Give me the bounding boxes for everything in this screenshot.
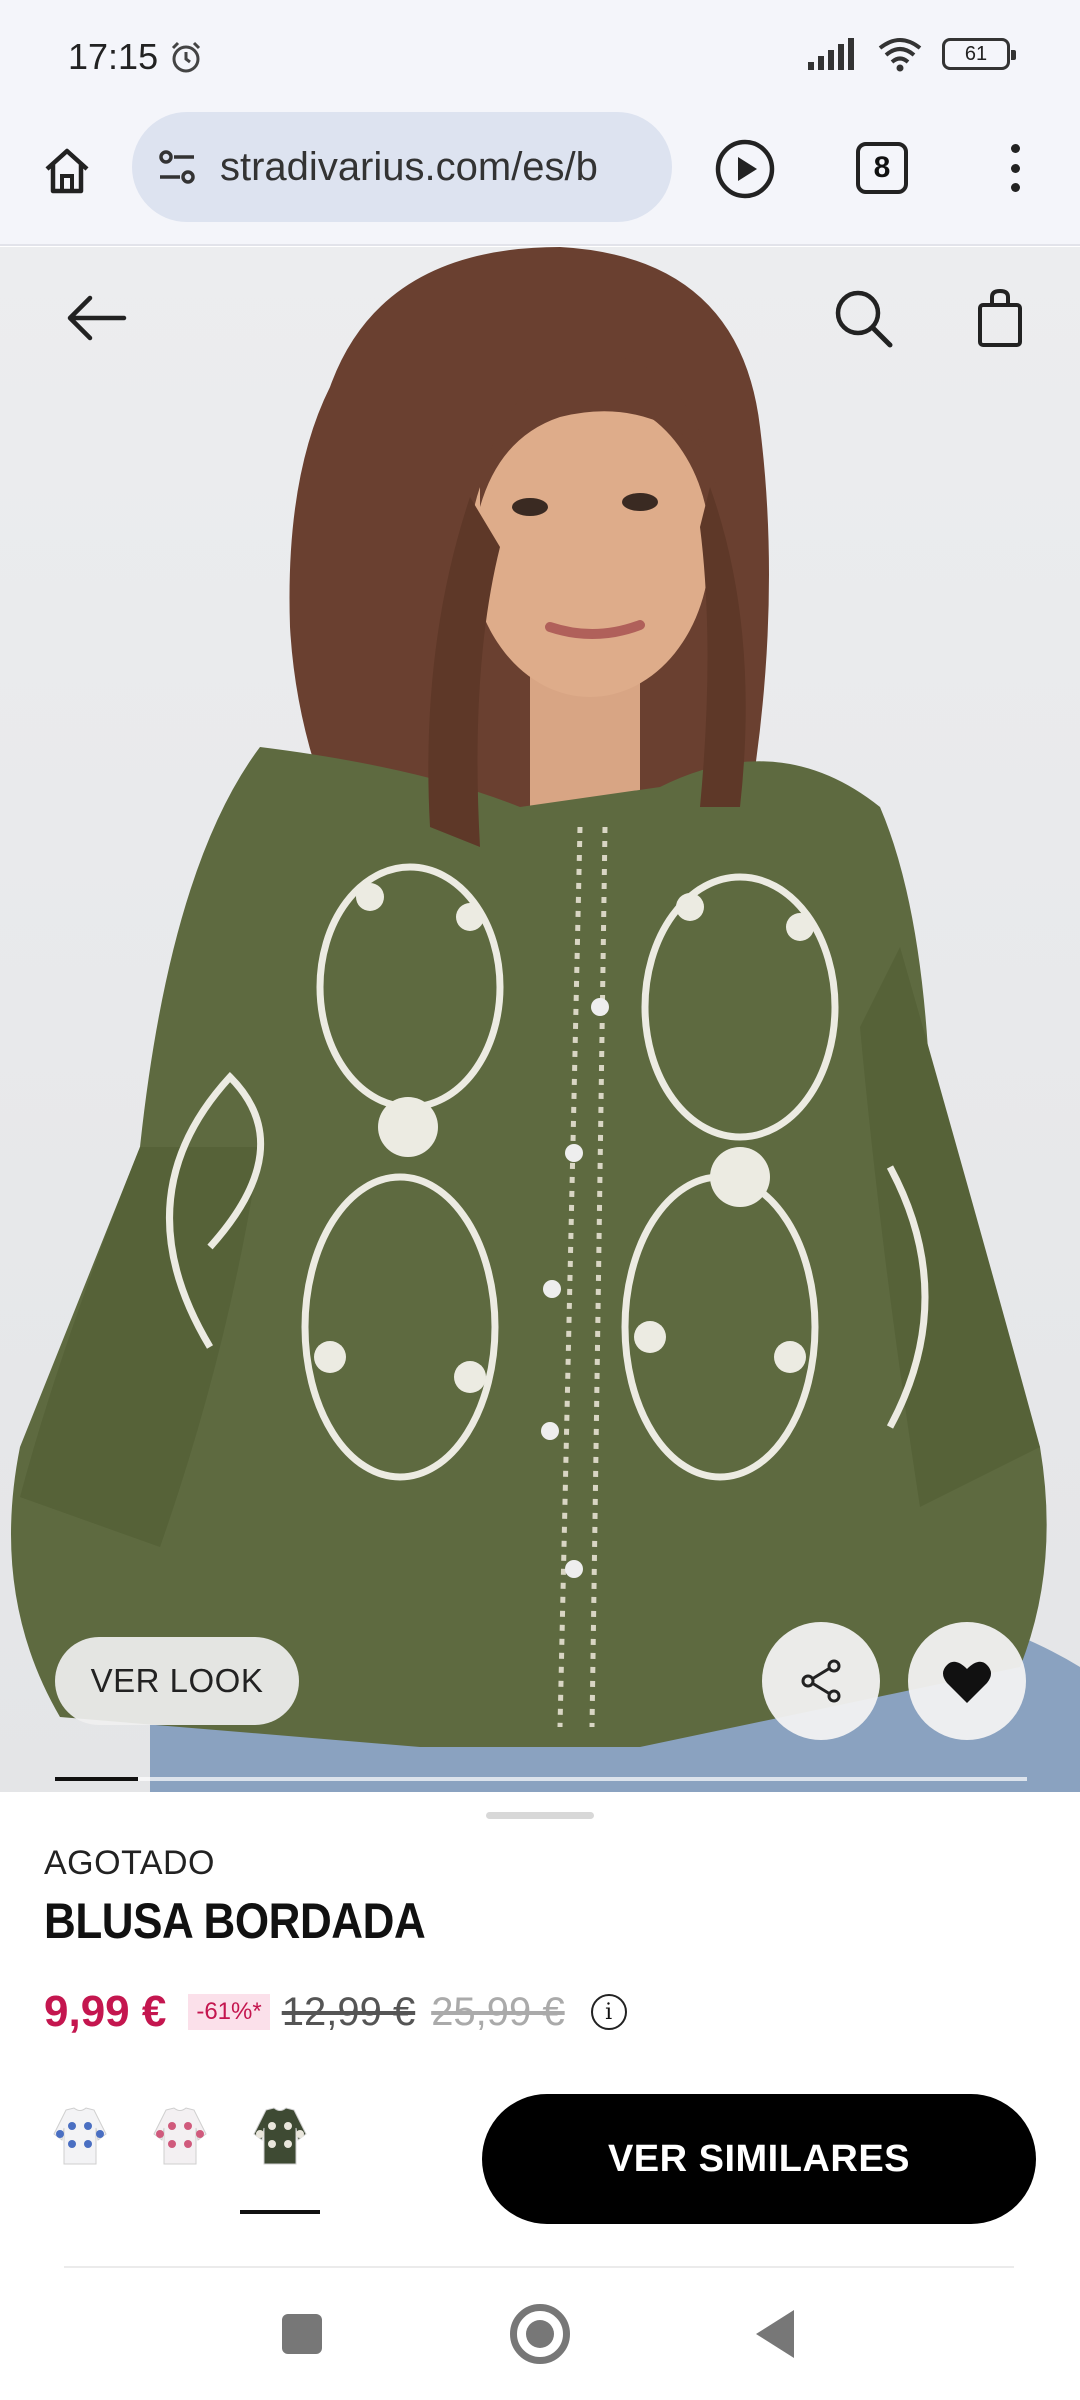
image-carousel-progress [55,1777,1027,1781]
alarm-icon [172,41,201,73]
price-info-icon[interactable]: i [590,1994,627,2030]
swatch-thumbnail [53,2107,107,2165]
signal-icon [808,38,854,70]
battery-level: 61 [964,42,988,65]
discount-badge: -61%* [188,1994,270,2030]
share-icon [801,1659,841,1703]
system-home-button[interactable] [510,2304,570,2364]
color-swatches [44,2104,320,2214]
browser-menu-button[interactable] [1000,138,1030,198]
browser-home-button[interactable] [36,140,98,202]
status-time: 17:15 [68,36,204,78]
product-info-sheet: AGOTADO BLUSA BORDADA 9,99 € -61%* 12,99… [0,1794,1080,2274]
color-swatch-white-pink[interactable] [144,2104,216,2194]
status-bar: 17:15 61 [0,0,1080,110]
price-row: 9,99 € -61%* 12,99 € 25,99 € i [44,1984,627,2040]
search-icon[interactable] [828,283,898,353]
color-swatch-white-blue[interactable] [44,2104,116,2194]
site-settings-icon[interactable] [156,146,198,188]
carousel-progress-fill [55,1777,138,1781]
swatch-thumbnail [153,2107,207,2165]
browser-toolbar: stradivarius.com/es/b 8 [0,110,1080,246]
ver-similares-button[interactable]: VER SIMILARES [482,2094,1036,2224]
tab-switcher-button[interactable]: 8 [856,142,908,194]
price-original: 25,99 € [431,1989,565,2034]
product-image[interactable]: VER LOOK [0,247,1080,1792]
price-current: 9,99 € [44,1987,167,2036]
recent-apps-button[interactable] [282,2314,322,2354]
tab-count: 8 [873,151,891,184]
battery-icon: 61 [942,38,1016,70]
price-previous: 12,99 € [281,1989,416,2034]
image-top-icons [0,283,1080,363]
shopping-bag-icon[interactable] [970,283,1030,353]
system-navigation-bar [0,2274,1080,2400]
ver-look-button[interactable]: VER LOOK [55,1637,299,1725]
product-photo [11,247,1080,1792]
wishlist-button[interactable] [908,1622,1026,1740]
share-button[interactable] [762,1622,880,1740]
home-icon [45,148,89,194]
play-icon[interactable] [712,136,778,202]
back-arrow-icon[interactable] [62,283,132,353]
wifi-icon [878,38,922,72]
system-back-button[interactable] [756,2310,794,2358]
product-title: BLUSA BORDADA [44,1893,426,1949]
sheet-drag-handle[interactable] [486,1812,594,1819]
status-icons: 61 [808,36,1016,72]
swatch-thumbnail [253,2107,307,2165]
availability-label: AGOTADO [44,1844,215,1882]
divider [64,2266,1014,2268]
clock-text: 17:15 [68,36,159,77]
heart-icon [943,1661,991,1703]
address-bar[interactable]: stradivarius.com/es/b [132,112,672,222]
url-text: stradivarius.com/es/b [220,144,598,189]
color-swatch-olive[interactable] [240,2104,320,2214]
